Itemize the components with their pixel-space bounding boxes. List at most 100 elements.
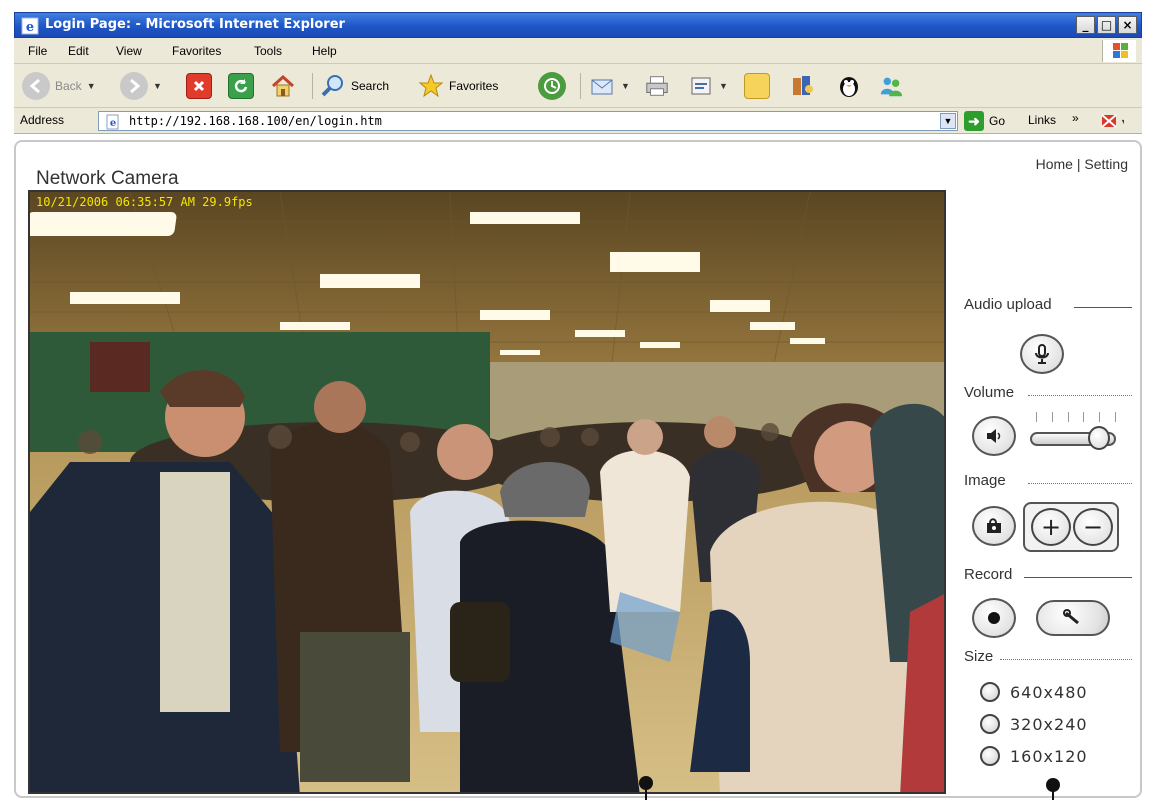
image-label: Image xyxy=(964,472,1006,489)
menu-view[interactable]: View xyxy=(116,44,142,58)
home-button[interactable] xyxy=(270,71,296,101)
size-label-160: 160x120 xyxy=(1010,746,1088,766)
print-button[interactable] xyxy=(644,71,670,101)
address-dropdown-icon[interactable]: ▼ xyxy=(940,113,956,129)
window-title: Login Page: - Microsoft Internet Explore… xyxy=(45,17,345,32)
stop-icon xyxy=(186,73,212,99)
history-icon xyxy=(538,72,566,100)
page-title: Network Camera xyxy=(36,168,179,189)
zoom-in-button[interactable]: + xyxy=(1031,508,1071,546)
mail-icon xyxy=(590,73,616,99)
minimize-button[interactable]: _ xyxy=(1076,16,1095,34)
annotation-pin-line xyxy=(645,788,647,800)
volume-knob[interactable] xyxy=(1088,426,1110,450)
menu-edit[interactable]: Edit xyxy=(68,44,89,58)
toolbar-extension-icon[interactable]: ▼ xyxy=(1100,111,1124,131)
nav-separator: | xyxy=(1076,156,1081,172)
windows-flag-logo xyxy=(1102,40,1136,62)
edit-document-icon xyxy=(688,73,714,99)
page-icon: e xyxy=(106,114,119,130)
links-chevron-icon[interactable]: » xyxy=(1072,111,1079,125)
menu-favorites[interactable]: Favorites xyxy=(172,44,221,58)
audio-upload-label: Audio upload xyxy=(964,296,1052,313)
size-option-320[interactable]: 320x240 xyxy=(980,714,1088,734)
section-divider xyxy=(1028,483,1132,484)
favorites-label: Favorites xyxy=(449,79,499,93)
edit-button[interactable]: ▼ xyxy=(688,71,728,101)
research-button[interactable] xyxy=(790,71,816,101)
forward-arrow-icon xyxy=(120,72,148,100)
penguin-icon xyxy=(836,73,862,99)
menu-help[interactable]: Help xyxy=(312,44,337,58)
top-nav: Home | Setting xyxy=(1036,156,1128,172)
toolbar: Back ▼ ▼ Search Favorites ▼ ▼ xyxy=(14,64,1142,108)
forward-dropdown-icon[interactable]: ▼ xyxy=(153,81,162,91)
mail-dropdown-icon[interactable]: ▼ xyxy=(621,81,630,91)
address-input[interactable]: e http://192.168.168.100/en/login.htm ▼ xyxy=(98,111,958,131)
setting-link[interactable]: Setting xyxy=(1084,156,1128,172)
size-radio-320[interactable] xyxy=(980,714,1000,734)
audio-upload-header: Audio upload xyxy=(964,296,1132,318)
home-link[interactable]: Home xyxy=(1036,156,1073,172)
volume-header: Volume xyxy=(964,384,1132,406)
zoom-out-button[interactable]: − xyxy=(1073,508,1113,546)
section-divider xyxy=(1000,659,1132,660)
image-header: Image xyxy=(964,472,1132,494)
camera-video-feed[interactable]: 10/21/2006 06:35:57 AM 29.9fps xyxy=(28,190,946,794)
svg-text:e: e xyxy=(26,20,34,35)
record-icon xyxy=(988,612,1000,624)
search-label: Search xyxy=(351,79,390,93)
section-divider xyxy=(1024,577,1132,578)
svg-text:e: e xyxy=(110,118,116,129)
size-option-640[interactable]: 640x480 xyxy=(980,682,1088,702)
audio-upload-button[interactable] xyxy=(1020,334,1064,374)
forward-button[interactable]: ▼ xyxy=(120,71,162,101)
snapshot-button[interactable] xyxy=(972,506,1016,546)
links-label[interactable]: Links xyxy=(1028,113,1056,127)
back-dropdown-icon[interactable]: ▼ xyxy=(87,81,96,91)
zoom-control-group: + − xyxy=(1023,502,1119,552)
printer-icon xyxy=(644,73,670,99)
stop-button[interactable] xyxy=(186,71,212,101)
page-content: Network Camera Home | Setting 10/21/2006… xyxy=(14,140,1142,798)
back-button[interactable]: Back ▼ xyxy=(22,71,96,101)
close-button[interactable]: × xyxy=(1118,16,1137,34)
windows-flag-icon xyxy=(1113,43,1128,58)
volume-ticks xyxy=(1036,412,1116,422)
edit-dropdown-icon[interactable]: ▼ xyxy=(719,81,728,91)
menu-file[interactable]: File xyxy=(28,44,47,58)
search-icon xyxy=(320,73,346,99)
size-radio-640[interactable] xyxy=(980,682,1000,702)
maximize-button[interactable]: □ xyxy=(1097,16,1116,34)
refresh-icon xyxy=(228,73,254,99)
back-label: Back xyxy=(55,79,82,93)
messenger-button[interactable] xyxy=(836,71,862,101)
menu-tools[interactable]: Tools xyxy=(254,44,282,58)
size-option-160[interactable]: 160x120 xyxy=(980,746,1088,766)
size-label: Size xyxy=(964,648,994,665)
section-divider xyxy=(1028,395,1132,396)
record-settings-button[interactable] xyxy=(1036,600,1110,636)
search-button[interactable]: Search xyxy=(320,71,389,101)
discuss-button[interactable] xyxy=(744,71,770,101)
record-header: Record xyxy=(964,566,1132,588)
microphone-icon xyxy=(1035,344,1049,364)
msn-people-icon xyxy=(878,73,904,99)
address-url: http://192.168.168.100/en/login.htm xyxy=(129,114,382,128)
size-label-640: 640x480 xyxy=(1010,682,1088,702)
history-button[interactable] xyxy=(538,71,566,101)
msn-button[interactable] xyxy=(878,71,904,101)
favorites-star-icon xyxy=(418,73,444,99)
go-button[interactable]: ➜ Go xyxy=(964,111,1005,131)
window-controls: _ □ × xyxy=(1076,16,1137,34)
mute-button[interactable] xyxy=(972,416,1016,456)
research-icon xyxy=(790,73,816,99)
volume-slider[interactable] xyxy=(1030,410,1120,456)
wrench-icon xyxy=(1063,609,1079,625)
svg-text:▼: ▼ xyxy=(1120,117,1124,127)
record-button[interactable] xyxy=(972,598,1016,638)
favorites-button[interactable]: Favorites xyxy=(418,71,498,101)
mail-button[interactable]: ▼ xyxy=(590,71,630,101)
refresh-button[interactable] xyxy=(228,71,254,101)
size-radio-160[interactable] xyxy=(980,746,1000,766)
